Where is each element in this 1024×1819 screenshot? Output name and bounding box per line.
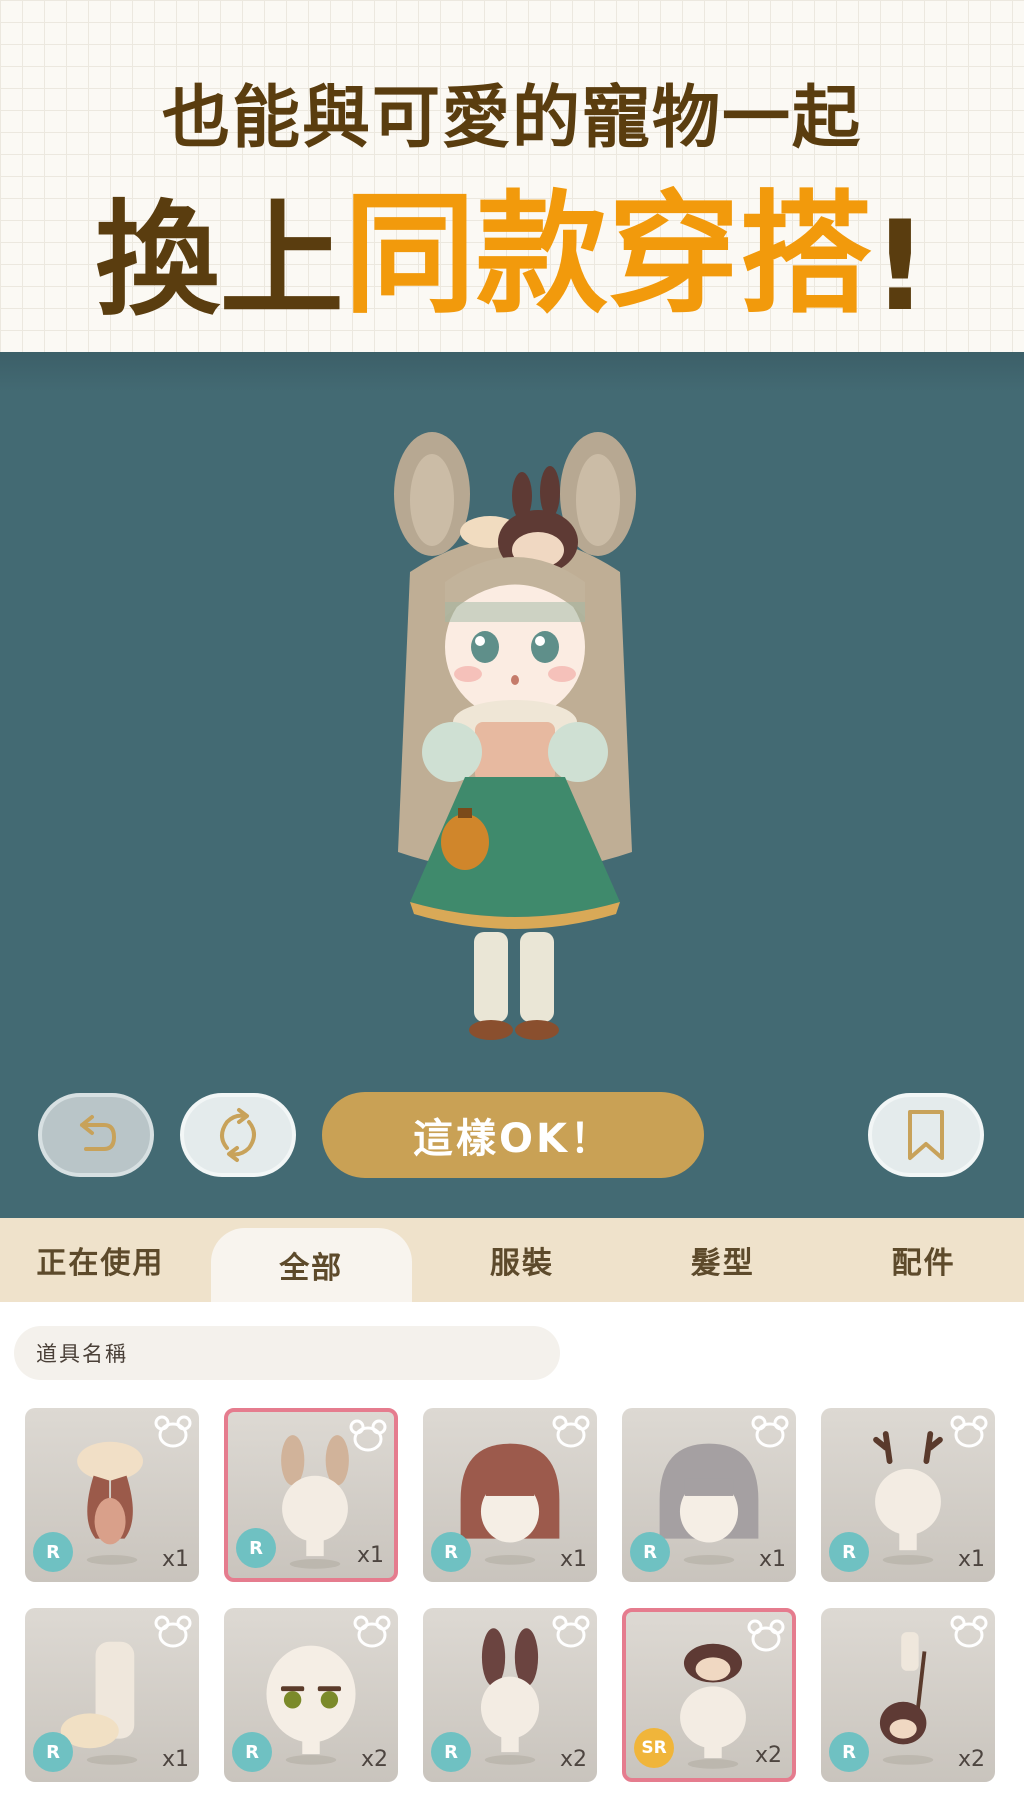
refresh-icon <box>220 1108 256 1162</box>
undo-icon <box>80 1115 116 1151</box>
item-slot[interactable]: Rx2 <box>224 1608 398 1782</box>
tab-hairstyle[interactable]: 髮型 <box>622 1218 823 1302</box>
rarity-badge: R <box>33 1532 73 1572</box>
category-tabs: 正在使用 全部 服裝 髮型 配件 <box>0 1218 1024 1302</box>
pet-paw-icon <box>154 1615 192 1648</box>
character-avatar <box>394 432 636 1040</box>
pet-paw-icon <box>950 1415 988 1448</box>
item-slot[interactable]: Rx2 <box>423 1608 597 1782</box>
rarity-badge: R <box>829 1732 869 1772</box>
rarity-badge: R <box>431 1532 471 1572</box>
tab-in-use[interactable]: 正在使用 <box>0 1218 201 1302</box>
pet-paw-icon <box>950 1615 988 1648</box>
item-count: x1 <box>161 1547 189 1572</box>
item-slot[interactable]: Rx1 <box>821 1408 995 1582</box>
rarity-badge: R <box>236 1528 276 1568</box>
pet-paw-icon <box>751 1415 789 1448</box>
item-name-search[interactable]: 道具名稱 <box>14 1326 560 1380</box>
banner-highlight: 同款穿搭 <box>343 178 872 332</box>
rarity-badge: R <box>630 1532 670 1572</box>
item-slot[interactable]: Rx1 <box>25 1608 199 1782</box>
rarity-badge: SR <box>634 1728 674 1768</box>
undo-button[interactable] <box>38 1093 154 1177</box>
promo-banner: 也能與可愛的寵物一起 換上同款穿搭! <box>0 0 1024 352</box>
tab-all[interactable]: 全部 <box>210 1228 412 1302</box>
item-count: x1 <box>161 1747 189 1772</box>
item-count: x1 <box>957 1547 985 1572</box>
bookmark-button[interactable] <box>868 1093 984 1177</box>
pet-paw-icon <box>747 1619 785 1652</box>
item-slot[interactable]: Rx2 <box>821 1608 995 1782</box>
rarity-badge: R <box>33 1732 73 1772</box>
banner-prefix: 換上 <box>95 189 344 333</box>
item-count: x2 <box>754 1743 782 1768</box>
confirm-outfit-button[interactable]: 這樣OK！ <box>322 1092 704 1178</box>
item-count: x2 <box>360 1747 388 1772</box>
item-slot[interactable]: SR x2 <box>622 1608 796 1782</box>
item-slot[interactable]: Rx1 <box>423 1408 597 1582</box>
pet-paw-icon <box>353 1615 391 1648</box>
rarity-badge: R <box>232 1732 272 1772</box>
tab-clothing[interactable]: 服裝 <box>422 1218 623 1302</box>
pet-paw-icon <box>154 1415 192 1448</box>
item-count: x2 <box>957 1747 985 1772</box>
item-count: x2 <box>559 1747 587 1772</box>
item-slot[interactable]: Rx1 <box>622 1408 796 1582</box>
pet-paw-icon <box>552 1615 590 1648</box>
tab-accessories[interactable]: 配件 <box>823 1218 1024 1302</box>
item-slot[interactable]: Rx1 <box>25 1408 199 1582</box>
bookmark-icon <box>908 1110 944 1160</box>
pet-paw-icon <box>552 1415 590 1448</box>
randomize-button[interactable] <box>180 1093 296 1177</box>
banner-suffix: ! <box>871 195 929 339</box>
banner-subheadline: 換上同款穿搭! <box>0 148 1024 339</box>
rarity-badge: R <box>829 1532 869 1572</box>
dressing-stage: 這樣OK！ <box>0 352 1024 1218</box>
item-count: x1 <box>356 1543 384 1568</box>
item-slot[interactable]: Rx1 <box>224 1408 398 1582</box>
rarity-badge: R <box>431 1732 471 1772</box>
item-count: x1 <box>559 1547 587 1572</box>
pet-paw-icon <box>349 1419 387 1452</box>
item-count: x1 <box>758 1547 786 1572</box>
banner-headline: 也能與可愛的寵物一起 <box>161 79 862 158</box>
